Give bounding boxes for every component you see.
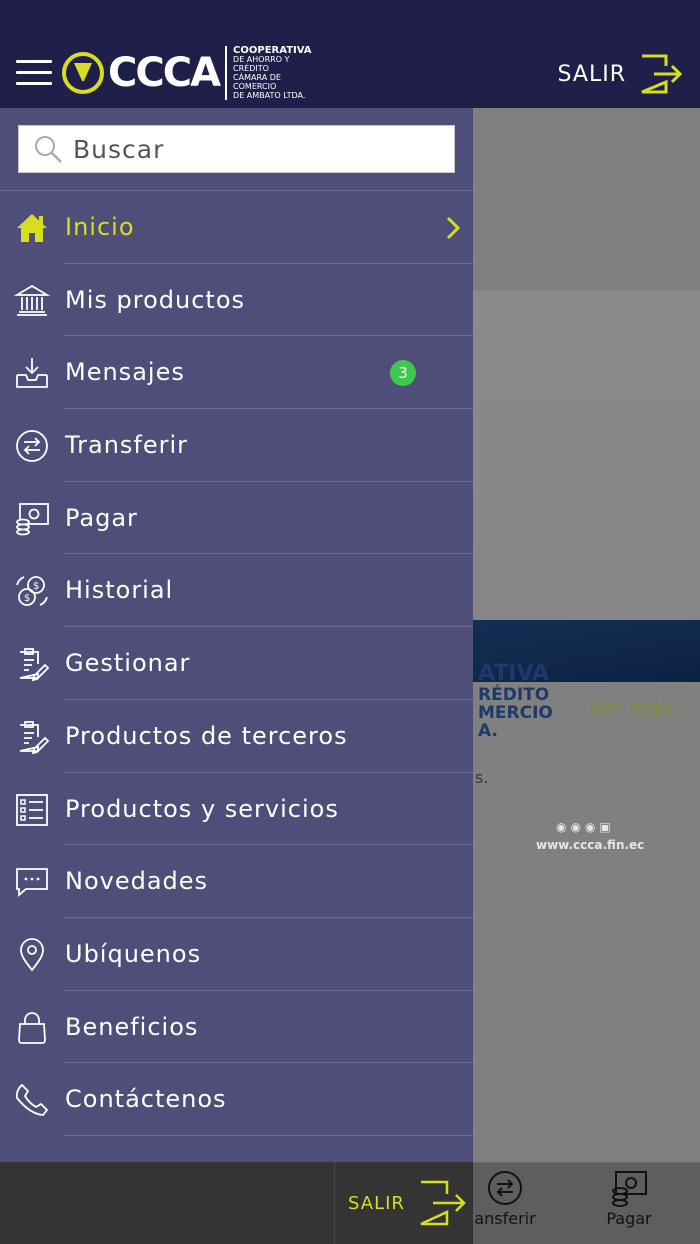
logo-subtitle-line: DE AHORRO Y CRÉDITO [233,55,290,73]
history-icon: $ $ [16,576,48,607]
tab-pagar[interactable]: Pagar [569,1169,689,1228]
location-pin-icon [20,938,44,972]
menu-item-pagar[interactable]: Pagar [0,482,473,555]
banner-text: ATIVA RÉDITO MERCIO A. [478,661,553,741]
logout-button[interactable]: SALIR [558,54,684,94]
logout-icon [641,54,683,94]
clipboard-edit-icon [19,648,50,682]
menu-item-label: Beneficios [65,1012,199,1041]
logo-subtitle-line: COOPERATIVA [233,45,312,56]
menu-item-beneficios[interactable]: Beneficios [0,991,473,1064]
search-input[interactable] [73,129,454,169]
menu-item-inicio[interactable]: Inicio [0,191,473,264]
menu-item-label: Pagar [65,503,138,532]
logo-subtitle-line: DE AMBATO LTDA. [233,91,306,100]
menu-item-label: Transferir [65,431,189,460]
payment-icon [16,502,49,536]
home-icon [17,214,47,242]
logo-wordmark: CCCA [108,50,221,96]
menu-item-label: Productos y servicios [65,794,339,823]
logout-icon [420,1180,466,1226]
menu-item-label: Inicio [65,213,135,241]
content-text-fragment: s. [475,768,489,787]
divider [334,1162,335,1244]
svg-text:$: $ [33,581,39,592]
menu-item-label: Mis productos [65,285,246,314]
social-icons: ◉◉◉▣ [556,820,615,834]
list-icon [16,793,48,826]
logout-label: SALIR [348,1192,405,1214]
menu-item-productos-y-servicios[interactable]: Productos y servicios [0,773,473,846]
search-box[interactable] [18,125,455,173]
bag-icon [18,1011,46,1044]
drawer-footer: SALIR [0,1162,473,1244]
menu-item-label: Historial [65,576,174,605]
divider [64,1134,473,1136]
menu-item-label: Gestionar [65,649,191,678]
menu-item-productos-de-terceros[interactable]: Productos de terceros [0,700,473,773]
banner-text-line: MERCIO [478,703,553,723]
menu-item-label: Novedades [65,867,209,896]
chevron-right-icon [446,216,461,240]
menu-item-label: Contáctenos [65,1085,227,1114]
banner-text-line: A. [478,721,498,741]
logo-subtitle: COOPERATIVA DE AHORRO Y CRÉDITO CÁMARA D… [225,45,312,100]
banner-url: www.ccca.fin.ec [536,838,645,852]
logo-subtitle-line: CÁMARA DE COMERCIO [233,73,281,91]
menu-item-mis-productos[interactable]: Mis productos [0,264,473,337]
menu-item-historial[interactable]: $ $ Historial [0,554,473,628]
banner-text-line: ATIVA [478,661,550,686]
inbox-icon [16,358,48,389]
menu-item-ubiquenos[interactable]: Ubíquenos [0,918,473,991]
tab-label: ansferir [474,1209,536,1228]
app-header: CCCA COOPERATIVA DE AHORRO Y CRÉDITO CÁM… [0,0,700,108]
search-icon [35,136,62,163]
menu-icon[interactable] [16,60,52,86]
clipboard-edit-icon [19,720,50,755]
brand-logo: CCCA COOPERATIVA DE AHORRO Y CRÉDITO CÁM… [62,45,312,100]
drawer-logout-button[interactable]: SALIR [348,1180,467,1226]
menu-item-label: Productos de terceros [65,721,348,750]
svg-text:$: $ [24,593,30,604]
banner-text-line: RÉDITO [478,685,550,705]
bank-icon [14,284,50,316]
chat-icon [16,868,48,898]
menu-item-gestionar[interactable]: Gestionar [0,627,473,700]
tab-label: Pagar [606,1209,652,1228]
logout-label: SALIR [557,61,626,87]
phone-icon [15,1084,49,1117]
drawer-menu: Inicio Mis productos Mensajes 3 Transfer… [0,191,473,1136]
menu-item-transferir[interactable]: Transferir [0,409,473,482]
menu-item-mensajes[interactable]: Mensajes 3 [0,336,473,410]
transfer-icon [488,1171,522,1205]
ver-mas-link[interactable]: Ver más [588,696,673,720]
menu-item-label: Mensajes [65,358,185,387]
menu-item-novedades[interactable]: Novedades [0,845,473,918]
unread-count-badge: 3 [390,360,416,387]
menu-item-label: Ubíquenos [65,939,202,968]
transfer-icon [16,430,48,462]
menu-item-contactenos[interactable]: Contáctenos [0,1063,473,1136]
logo-mark-icon [62,52,104,94]
side-drawer: Inicio Mis productos Mensajes 3 [0,108,473,1162]
payment-icon [612,1171,647,1207]
